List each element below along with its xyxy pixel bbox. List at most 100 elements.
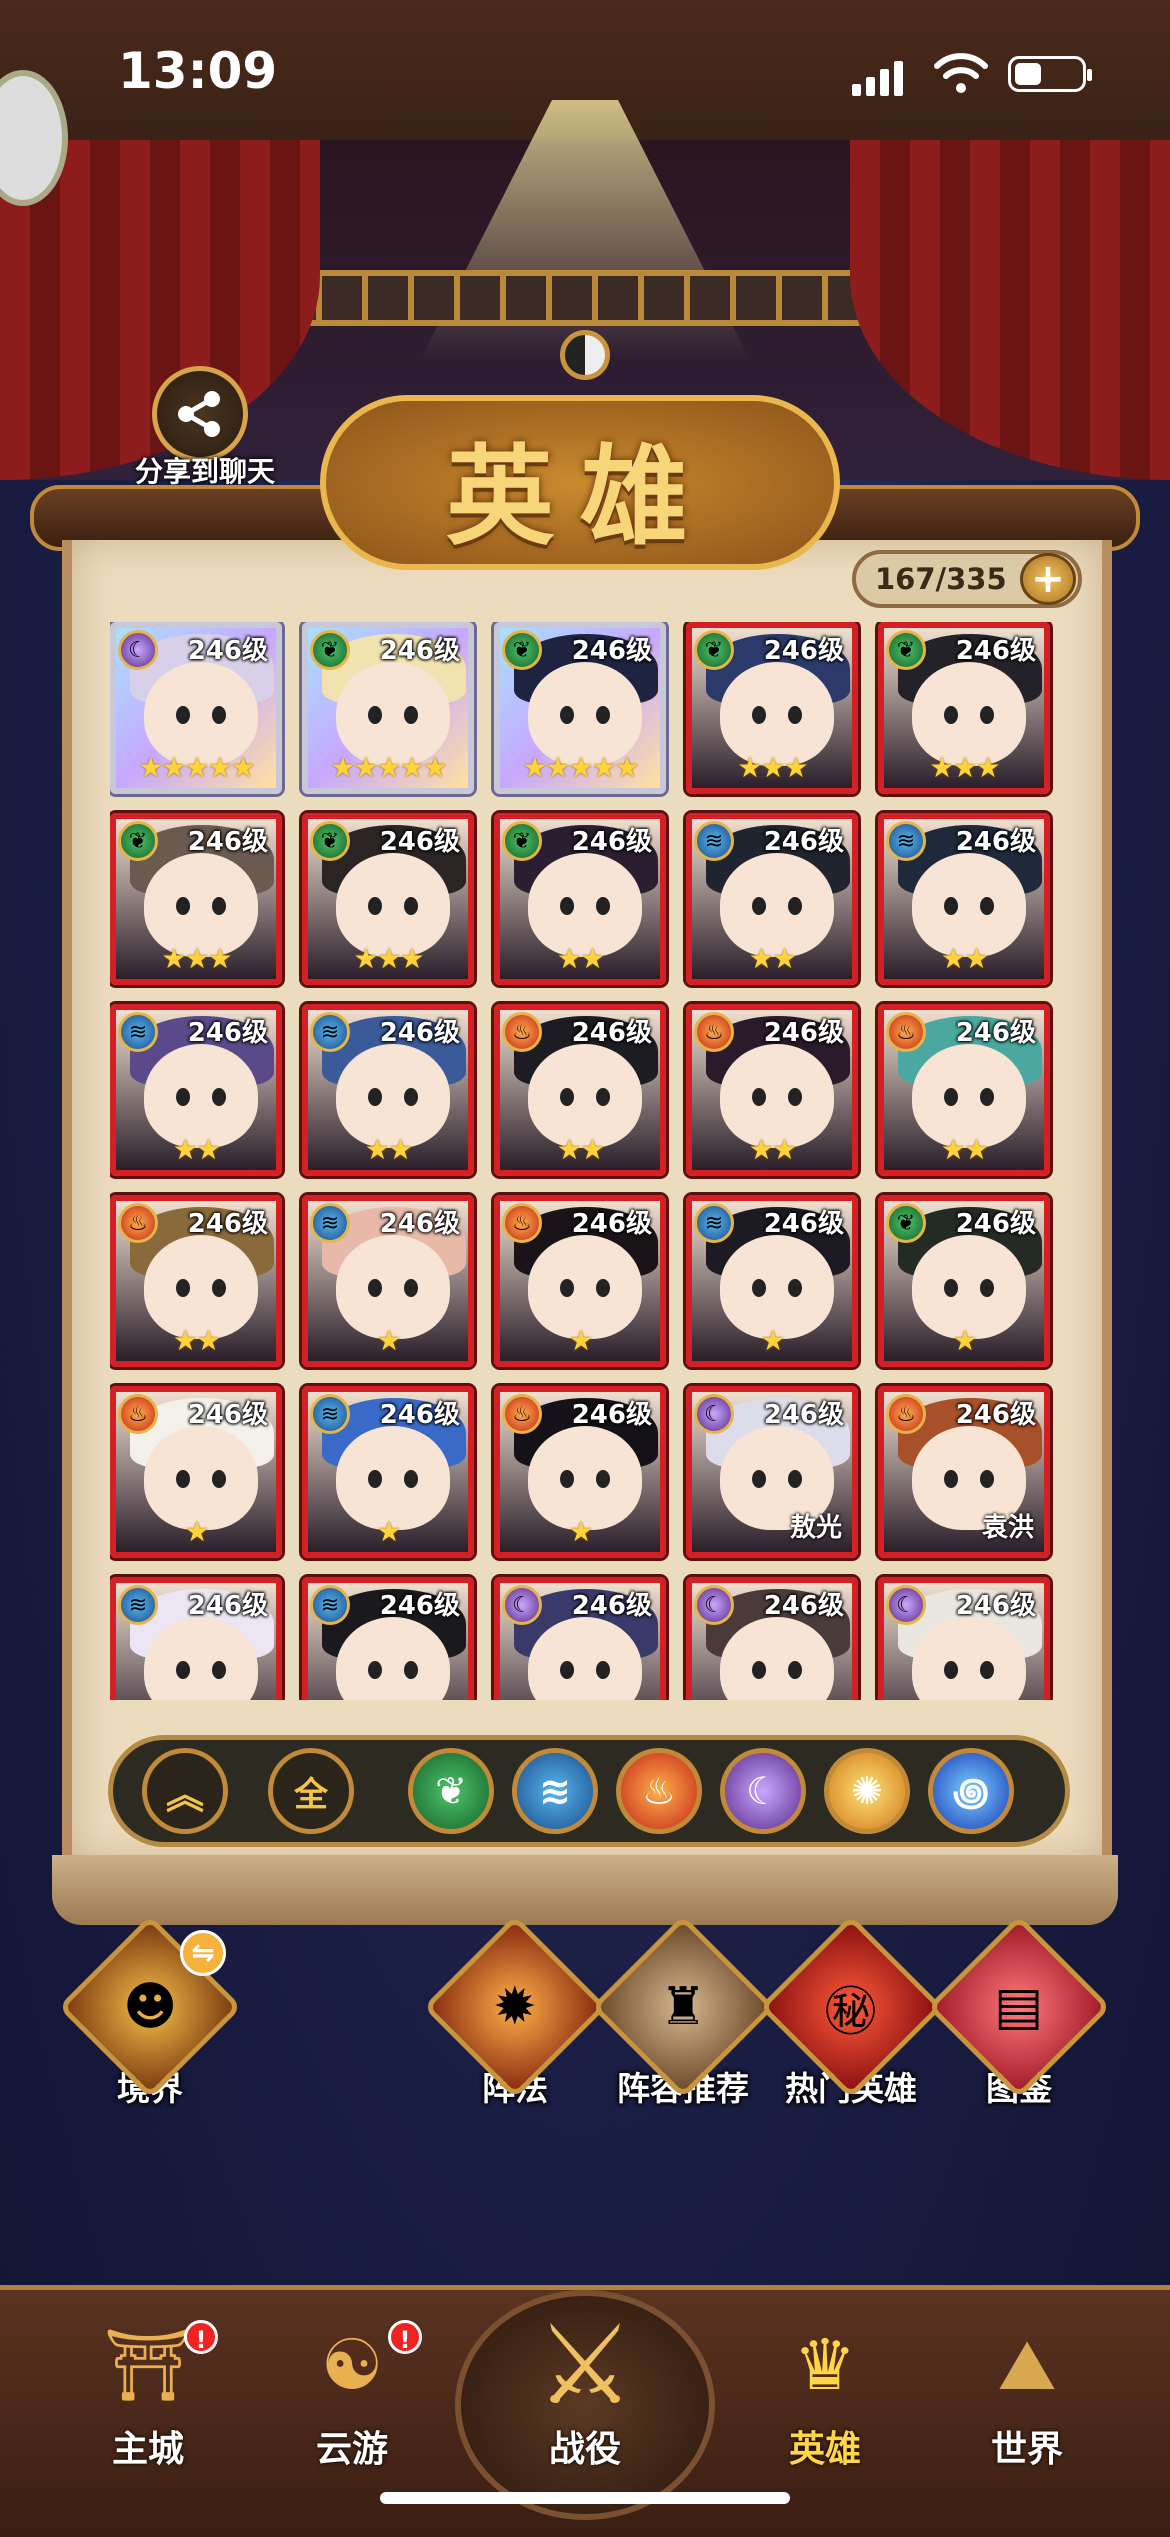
- hero-card[interactable]: ❦ 246级 ★★★: [302, 813, 474, 985]
- hero-level: 246级: [571, 1400, 652, 1430]
- nav-battle[interactable]: ⚔ 战役: [500, 2301, 670, 2472]
- hero-card[interactable]: ☾ 246级: [494, 1577, 666, 1700]
- share-button[interactable]: [152, 366, 248, 462]
- collection-count: 167/335: [875, 562, 1007, 596]
- hero-name: 敖光: [789, 1513, 842, 1543]
- formation-button[interactable]: ✹ 阵法: [423, 1915, 607, 2110]
- hero-card[interactable]: ≋ 246级 ★: [686, 1195, 858, 1367]
- hero-level: 246级: [379, 1400, 460, 1430]
- hero-card[interactable]: ♨ 246级 ★: [110, 1386, 282, 1558]
- hero-card[interactable]: ♨ 246级 ★★: [494, 1004, 666, 1176]
- flame-icon: ♨: [694, 1012, 734, 1052]
- hero-card[interactable]: ❦ 246级 ★: [878, 1195, 1050, 1367]
- leaf-icon: ❦: [886, 1203, 926, 1243]
- hero-stars: ★★: [364, 1133, 413, 1166]
- filter-moon-button[interactable]: ☾: [720, 1748, 806, 1834]
- wave-icon: ≋: [886, 821, 926, 861]
- hero-card[interactable]: ❦ 246级 ★★★: [878, 622, 1050, 794]
- hero-stars: ★: [184, 1515, 209, 1548]
- wave-icon: ≋: [310, 1585, 350, 1625]
- hero-card[interactable]: ❦ 246级 ★★★★★: [494, 622, 666, 794]
- hero-level: 246级: [379, 1591, 460, 1621]
- leaf-icon: ❦: [435, 1769, 467, 1813]
- hero-stars: ★★: [556, 1133, 605, 1166]
- hero-card[interactable]: ≋ 246级 ★★: [110, 1004, 282, 1176]
- hero-level: 246级: [379, 1018, 460, 1048]
- flame-icon: ♨: [502, 1203, 542, 1243]
- hero-level: 246级: [379, 636, 460, 666]
- hero-card[interactable]: ☾ 246级: [686, 1577, 858, 1700]
- hero-level: 246级: [571, 636, 652, 666]
- filter-water-button[interactable]: ≋: [512, 1748, 598, 1834]
- hero-card[interactable]: ♨ 246级 ★★: [878, 1004, 1050, 1176]
- sort-rank-button[interactable]: ︽: [142, 1748, 228, 1834]
- hero-card[interactable]: ♨ 246级 ★★: [686, 1004, 858, 1176]
- hero-level: 246级: [955, 1591, 1036, 1621]
- share-label[interactable]: 分享到聊天: [120, 450, 290, 490]
- codex-button[interactable]: ▤ 图鉴: [927, 1915, 1111, 2110]
- nav-travel-label: 云游: [315, 2429, 388, 2470]
- hero-name: 袁洪: [981, 1513, 1034, 1543]
- hero-card[interactable]: ♨ 246级 ★: [494, 1386, 666, 1558]
- hero-stars: ★: [952, 1324, 977, 1357]
- hero-card[interactable]: ≋ 246级: [302, 1577, 474, 1700]
- hero-stars: ★★★: [737, 751, 808, 784]
- leaf-icon: ❦: [310, 630, 350, 670]
- cellular-signal-icon: [852, 61, 903, 96]
- balcony-rail: [230, 270, 940, 326]
- leaf-icon: ❦: [118, 821, 158, 861]
- hero-card[interactable]: ≋ 246级 ★★: [686, 813, 858, 985]
- hero-card[interactable]: ≋ 246级 ★★: [878, 813, 1050, 985]
- hero-card[interactable]: ❦ 246级 ★★★★★: [302, 622, 474, 794]
- hero-card[interactable]: ☾ 246级 敖光: [686, 1386, 858, 1558]
- hero-card[interactable]: ☾ 246级 ★★★★★: [110, 622, 282, 794]
- hero-card[interactable]: ♨ 246级 ★: [494, 1195, 666, 1367]
- wave-icon: ≋: [539, 1769, 571, 1813]
- flame-icon: ♨: [118, 1203, 158, 1243]
- hero-card[interactable]: ☾ 246级: [878, 1577, 1050, 1700]
- leaf-icon: ❦: [886, 630, 926, 670]
- hero-stars: ★★: [940, 942, 989, 975]
- hero-card[interactable]: ♨ 246级 ★★: [110, 1195, 282, 1367]
- hero-stars: ★★★★★: [138, 751, 256, 784]
- hero-card[interactable]: ❦ 246级 ★★★: [686, 622, 858, 794]
- hero-card[interactable]: ≋ 246级 ★★: [302, 1004, 474, 1176]
- share-icon: [178, 391, 220, 437]
- leaf-icon: ❦: [310, 821, 350, 861]
- hero-card[interactable]: ♨ 246级 袁洪: [878, 1386, 1050, 1558]
- filter-wood-button[interactable]: ❦: [408, 1748, 494, 1834]
- chevron-up-icon: ︽: [165, 1772, 204, 1817]
- home-indicator[interactable]: [380, 2492, 790, 2504]
- hot-heroes-button[interactable]: ㊙ 热门英雄: [759, 1915, 943, 2110]
- swap-icon[interactable]: ⇋: [180, 1930, 226, 1976]
- hero-card[interactable]: ❦ 246级 ★★: [494, 813, 666, 985]
- travel-alert-badge: !: [388, 2320, 422, 2354]
- nav-heroes-label: 英雄: [788, 2429, 861, 2470]
- status-time: 13:09: [118, 42, 278, 100]
- hero-card[interactable]: ❦ 246级 ★★★: [110, 813, 282, 985]
- hero-stars: ★: [568, 1515, 593, 1548]
- moon-icon: ☾: [694, 1394, 734, 1434]
- hero-card[interactable]: ≋ 246级: [110, 1577, 282, 1700]
- lineup-button[interactable]: ♜ 阵容推荐: [591, 1915, 775, 2110]
- add-capacity-button[interactable]: +: [1020, 553, 1076, 605]
- leaf-icon: ❦: [502, 630, 542, 670]
- moon-icon: ☾: [886, 1585, 926, 1625]
- filter-vortex-button[interactable]: ꩜: [928, 1748, 1014, 1834]
- nav-world[interactable]: ⛰ 世界: [942, 2310, 1112, 2472]
- hero-helmet-icon: ♛: [793, 2324, 857, 2406]
- crossed-swords-icon: ⚔: [535, 2301, 635, 2429]
- filter-all-button[interactable]: 全: [268, 1748, 354, 1834]
- hero-level: 246级: [187, 1209, 268, 1239]
- hero-level: 246级: [763, 1209, 844, 1239]
- filter-sun-button[interactable]: ✺: [824, 1748, 910, 1834]
- hero-stars: ★★★: [929, 751, 1000, 784]
- filter-fire-button[interactable]: ♨: [616, 1748, 702, 1834]
- hero-card[interactable]: ≋ 246级 ★: [302, 1195, 474, 1367]
- battery-icon: [1008, 56, 1092, 92]
- hero-card[interactable]: ≋ 246级 ★: [302, 1386, 474, 1558]
- hero-level: 246级: [379, 827, 460, 857]
- nav-heroes[interactable]: ♛ 英雄: [740, 2310, 910, 2472]
- wave-icon: ≋: [310, 1012, 350, 1052]
- leaf-icon: ❦: [502, 821, 542, 861]
